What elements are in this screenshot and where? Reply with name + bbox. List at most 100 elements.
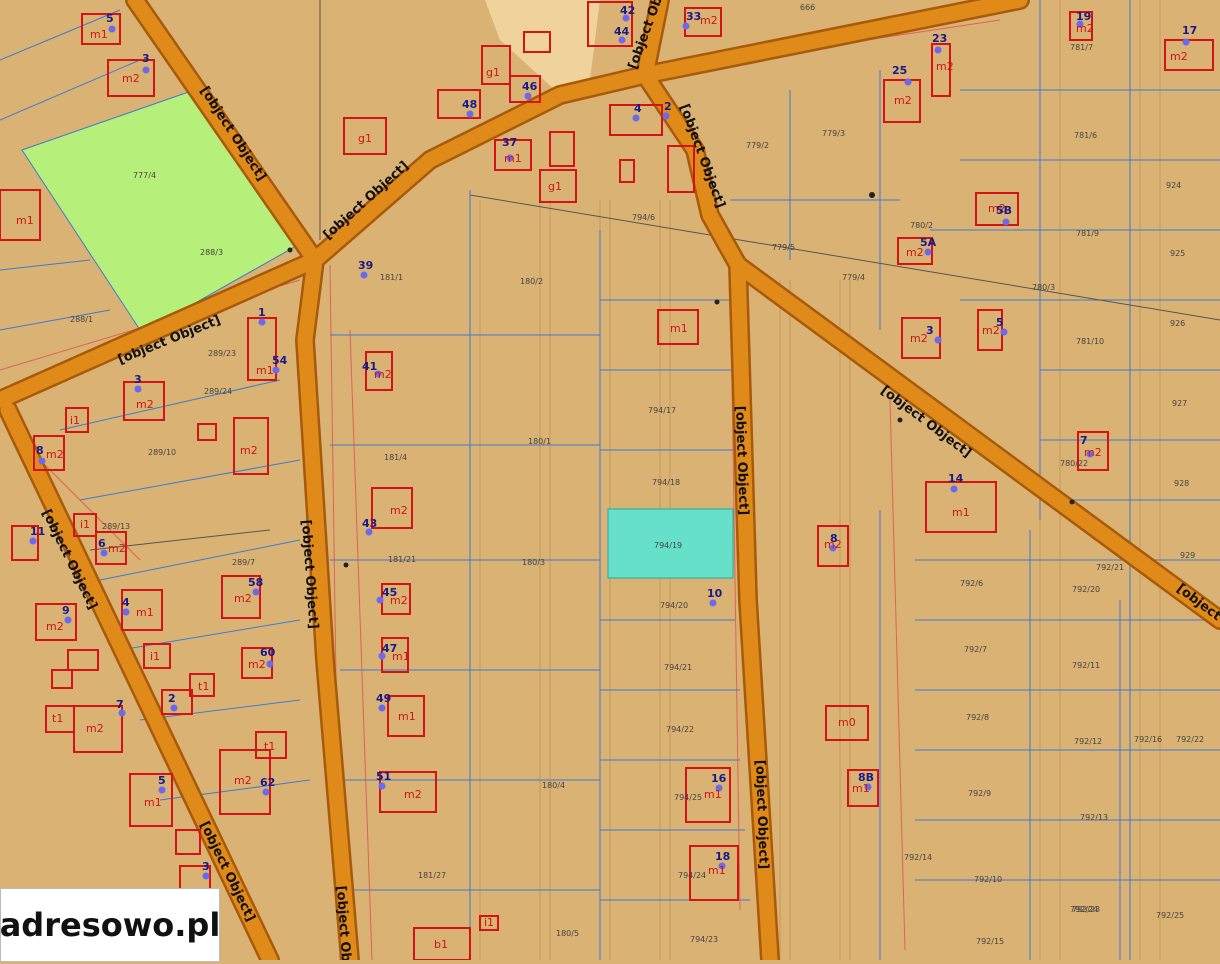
parcel-label: 180/5 xyxy=(556,929,579,938)
house-number: 4 xyxy=(634,102,642,115)
parcel-label: 289/7 xyxy=(232,558,255,567)
house-number: 2 xyxy=(664,100,672,113)
house-number: 3 xyxy=(926,324,934,337)
house-number: 25 xyxy=(892,64,907,77)
parcel-label: 929 xyxy=(1180,551,1195,560)
building-code: i1 xyxy=(150,650,160,663)
parcel-label: 792/12 xyxy=(1074,737,1102,746)
parcel-label: 781/9 xyxy=(1076,229,1099,238)
house-number: 5 xyxy=(158,774,166,787)
parcel-label: 180/1 xyxy=(528,437,551,446)
house-number: 4 xyxy=(122,596,130,609)
building-code: m2 xyxy=(234,774,252,787)
building-code: m2 xyxy=(894,94,912,107)
parcel-label: 792/11 xyxy=(1072,661,1100,670)
site-logo[interactable]: adresowo.pl xyxy=(0,888,220,962)
parcel-label: 779/5 xyxy=(772,243,795,252)
parcel-label: 794/23 xyxy=(690,935,718,944)
parcel-label: 289/23 xyxy=(208,349,236,358)
parcel-label: 780/2 xyxy=(910,221,933,230)
house-number: 19 xyxy=(1076,10,1091,23)
building-code: m2 xyxy=(46,448,64,461)
house-number: 42 xyxy=(620,4,635,17)
map-canvas: 777/4 288/3 288/1 289/23 289/24 289/10 2… xyxy=(0,0,1220,964)
house-number: 14 xyxy=(948,472,964,485)
building-code: m0 xyxy=(838,716,856,729)
building-code: t1 xyxy=(264,740,275,753)
building-code: m1 xyxy=(670,322,688,335)
house-number: 39 xyxy=(358,259,373,272)
building-code: m2 xyxy=(122,72,140,85)
parcel-label: 181/4 xyxy=(384,453,407,462)
house-number: 5 xyxy=(996,316,1004,329)
house-number: 49 xyxy=(376,692,391,705)
parcel-label: 779/2 xyxy=(746,141,769,150)
cadastral-map[interactable]: 777/4 288/3 288/1 289/23 289/24 289/10 2… xyxy=(0,0,1220,964)
house-number: 60 xyxy=(260,646,276,659)
parcel-label: 777/4 xyxy=(133,171,156,180)
house-number: 62 xyxy=(260,776,275,789)
parcel-label: 792/6 xyxy=(960,579,983,588)
building-code: m2 xyxy=(1076,22,1094,35)
parcel-label: 792/22 xyxy=(1176,735,1204,744)
parcel-label: 289/10 xyxy=(148,448,176,457)
parcel-label: 781/6 xyxy=(1074,131,1097,140)
building-code: m1 xyxy=(704,788,722,801)
parcel-label: 928 xyxy=(1174,479,1189,488)
parcel-label: 927 xyxy=(1172,399,1187,408)
building-code: m2 xyxy=(86,722,104,735)
building-code: m2 xyxy=(700,14,718,27)
house-number: 17 xyxy=(1182,24,1197,37)
parcel-label: 792/25 xyxy=(1156,911,1184,920)
building-code: m1 xyxy=(136,606,154,619)
house-number: 8B xyxy=(858,771,874,784)
parcel-label: 794/25 xyxy=(674,793,702,802)
house-number: 11 xyxy=(30,525,45,538)
house-number: 41 xyxy=(362,360,377,373)
parcel-label: 780/3 xyxy=(1032,283,1055,292)
building-code: m1 xyxy=(90,28,108,41)
building-code: m2 xyxy=(1084,446,1102,459)
building-code: g1 xyxy=(486,66,500,79)
house-number: 8 xyxy=(830,532,838,545)
house-number: 1 xyxy=(258,306,266,319)
parcel-label: 792/20 xyxy=(1072,585,1100,594)
parcel-label: 289/13 xyxy=(102,522,130,531)
house-number: 54 xyxy=(272,354,288,367)
building-code: i1 xyxy=(70,414,80,427)
parcel-label: 288/1 xyxy=(70,315,93,324)
building-code: m2 xyxy=(234,592,252,605)
building-code: m1 xyxy=(144,796,162,809)
house-number: 3 xyxy=(142,52,150,65)
parcel-label: 794/24 xyxy=(678,871,706,880)
parcel-label: 792/10 xyxy=(974,875,1002,884)
building-code: m2 xyxy=(1170,50,1188,63)
house-number: 6 xyxy=(98,537,106,550)
house-number: 45 xyxy=(382,586,397,599)
building-code: m1 xyxy=(398,710,416,723)
house-number: 5A xyxy=(920,236,937,249)
parcel-label: 779/3 xyxy=(822,129,845,138)
parcel-label: 180/4 xyxy=(542,781,565,790)
house-number: 3 xyxy=(202,860,210,873)
parcel-label: 792/9 xyxy=(968,789,991,798)
house-number: 47 xyxy=(382,642,397,655)
parcel-label: 180/2 xyxy=(520,277,543,286)
parcel-label: 794/17 xyxy=(648,406,676,415)
parcel-label: 779/4 xyxy=(842,273,865,282)
house-number: 16 xyxy=(711,772,727,785)
house-number: 3 xyxy=(134,373,142,386)
house-number: 33 xyxy=(686,10,701,23)
house-number: 23 xyxy=(932,32,947,45)
parcel-label: 794/20 xyxy=(660,601,688,610)
parcel-label: 792/14 xyxy=(904,853,932,862)
parcel-label: 792/16 xyxy=(1134,735,1162,744)
parcel-label: 924 xyxy=(1166,181,1181,190)
building-code: m1 xyxy=(708,864,726,877)
building-code: m2 xyxy=(136,398,154,411)
parcel-label: 926 xyxy=(1170,319,1185,328)
house-number: 7 xyxy=(116,698,124,711)
building-code: m2 xyxy=(248,658,266,671)
building-code: m1 xyxy=(952,506,970,519)
parcel-label: 925 xyxy=(1170,249,1185,258)
